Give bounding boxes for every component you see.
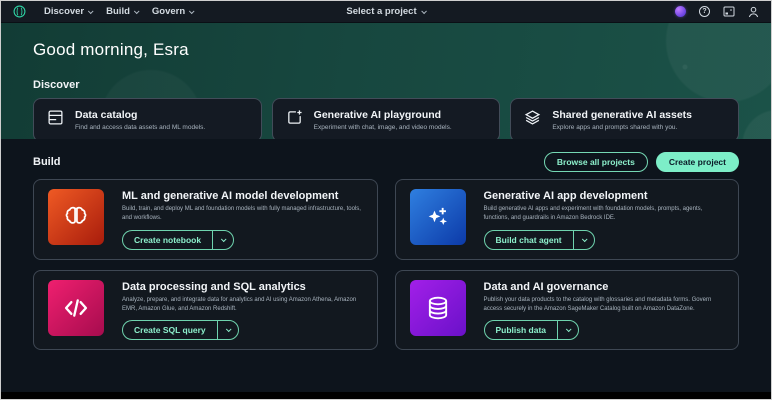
- chevron-down-icon: [221, 236, 227, 242]
- card-data-processing-sql[interactable]: Data processing and SQL analytics Analyz…: [33, 270, 378, 351]
- card-title: Generative AI playground: [314, 109, 452, 122]
- build-section-title: Build: [33, 156, 61, 168]
- bottom-bar: [1, 392, 771, 399]
- split-button-dropdown[interactable]: [558, 321, 578, 339]
- project-selector-label: Select a project: [346, 6, 416, 17]
- nav-menu-label: Discover: [44, 6, 84, 17]
- project-selector[interactable]: Select a project: [346, 6, 425, 17]
- amazon-q-assistant-icon[interactable]: [675, 6, 686, 17]
- feedback-icon[interactable]: [723, 6, 735, 17]
- card-shared-generative-ai-assets[interactable]: Shared generative AI assets Explore apps…: [510, 98, 739, 139]
- chevron-down-icon: [582, 236, 588, 242]
- card-generative-ai-playground[interactable]: Generative AI playground Experiment with…: [272, 98, 501, 139]
- build-section: Build Browse all projects Create project…: [1, 152, 771, 350]
- code-icon: [48, 280, 104, 336]
- chevron-down-icon: [189, 8, 195, 14]
- split-button-dropdown[interactable]: [213, 231, 233, 249]
- catalog-icon: [47, 109, 64, 131]
- build-chat-agent-split-button[interactable]: Build chat agent: [484, 230, 595, 250]
- card-ml-model-development[interactable]: ML and generative AI model development B…: [33, 179, 378, 260]
- app-window: Discover Build Govern Select a project ?: [0, 0, 772, 400]
- browse-all-projects-button[interactable]: Browse all projects: [544, 152, 648, 172]
- card-description: Find and access data assets and ML model…: [75, 124, 205, 131]
- nav-menu-build[interactable]: Build: [106, 6, 138, 17]
- card-data-catalog[interactable]: Data catalog Find and access data assets…: [33, 98, 262, 139]
- split-button-dropdown[interactable]: [574, 231, 594, 249]
- publish-data-button[interactable]: Publish data: [485, 321, 558, 339]
- card-title: Generative AI app development: [484, 190, 725, 202]
- chevron-down-icon: [421, 8, 427, 14]
- nav-menu-discover[interactable]: Discover: [44, 6, 92, 17]
- card-title: Shared generative AI assets: [552, 109, 692, 122]
- create-project-button[interactable]: Create project: [656, 152, 739, 172]
- nav-utilities: ?: [675, 6, 759, 18]
- discover-section-title: Discover: [33, 79, 739, 91]
- hero-banner: Good morning, Esra Discover Data catalog…: [1, 23, 771, 139]
- nav-menu-govern[interactable]: Govern: [152, 6, 193, 17]
- card-description: Build generative AI apps and experiment …: [484, 205, 725, 224]
- card-title: ML and generative AI model development: [122, 190, 363, 202]
- create-sql-query-split-button[interactable]: Create SQL query: [122, 320, 239, 340]
- sparkles-icon: [410, 189, 466, 245]
- brain-icon: [48, 189, 104, 245]
- chevron-down-icon: [226, 327, 232, 333]
- card-title: Data and AI governance: [484, 281, 725, 293]
- card-description: Build, train, and deploy ML and foundati…: [122, 205, 363, 224]
- sagemaker-logo-icon[interactable]: [13, 5, 26, 18]
- discover-card-row: Data catalog Find and access data assets…: [33, 98, 739, 139]
- chevron-down-icon: [566, 327, 572, 333]
- nav-menu-label: Build: [106, 6, 130, 17]
- greeting-heading: Good morning, Esra: [33, 40, 739, 60]
- create-sql-query-button[interactable]: Create SQL query: [123, 321, 217, 339]
- database-icon: [410, 280, 466, 336]
- build-chat-agent-button[interactable]: Build chat agent: [485, 231, 573, 249]
- create-notebook-button[interactable]: Create notebook: [123, 231, 212, 249]
- card-description: Explore apps and prompts shared with you…: [552, 124, 692, 131]
- chevron-down-icon: [134, 8, 140, 14]
- profile-icon[interactable]: [748, 6, 759, 18]
- nav-menu-label: Govern: [152, 6, 185, 17]
- build-card-grid: ML and generative AI model development B…: [33, 179, 739, 350]
- card-title: Data processing and SQL analytics: [122, 281, 363, 293]
- card-description: Experiment with chat, image, and video m…: [314, 124, 452, 131]
- card-description: Publish your data products to the catalo…: [484, 296, 725, 315]
- playground-icon: [286, 109, 303, 131]
- publish-data-split-button[interactable]: Publish data: [484, 320, 580, 340]
- create-notebook-split-button[interactable]: Create notebook: [122, 230, 234, 250]
- card-data-ai-governance[interactable]: Data and AI governance Publish your data…: [395, 270, 740, 351]
- card-generative-ai-app-development[interactable]: Generative AI app development Build gene…: [395, 179, 740, 260]
- chevron-down-icon: [88, 8, 94, 14]
- layers-icon: [524, 109, 541, 131]
- top-navigation: Discover Build Govern Select a project ?: [1, 1, 771, 23]
- card-title: Data catalog: [75, 109, 205, 122]
- help-icon[interactable]: ?: [699, 6, 710, 17]
- card-description: Analyze, prepare, and integrate data for…: [122, 296, 363, 315]
- split-button-dropdown[interactable]: [218, 321, 238, 339]
